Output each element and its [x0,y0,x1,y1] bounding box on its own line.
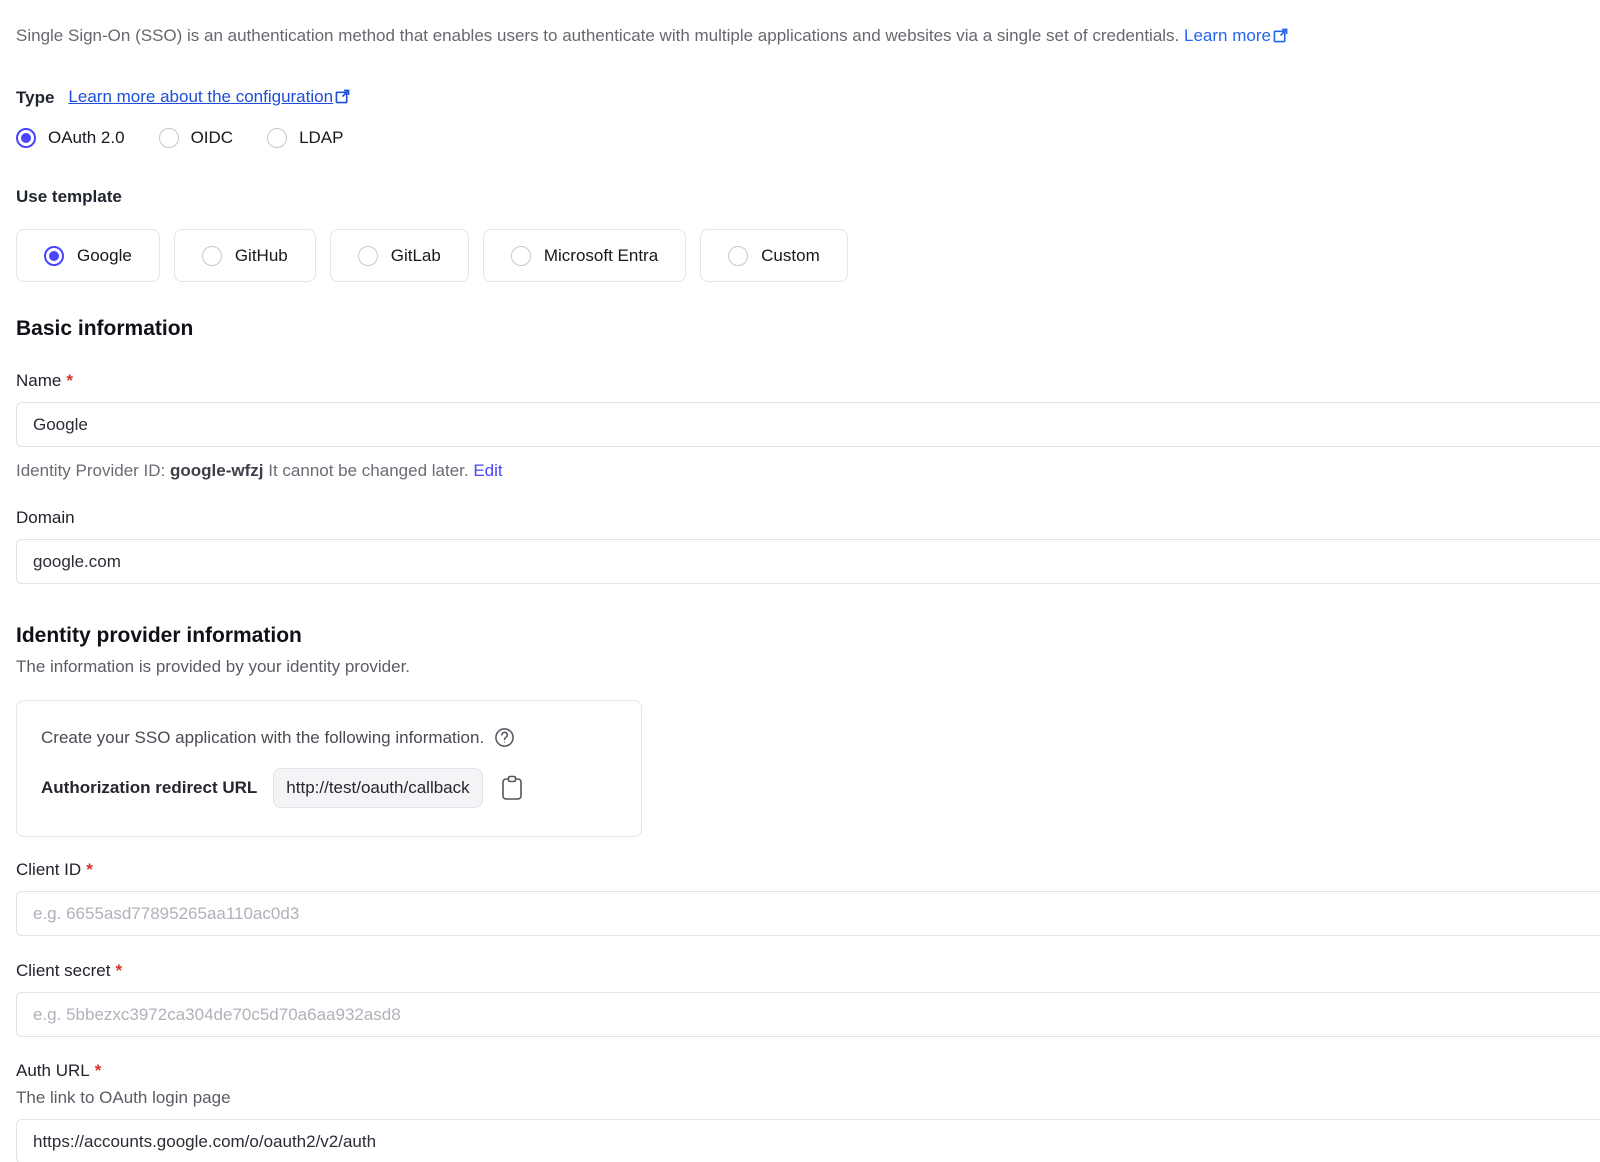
radio-ldap[interactable]: LDAP [267,128,343,148]
auth-url-label: Auth URL * [16,1061,1600,1081]
domain-input[interactable] [16,539,1600,584]
learn-more-link[interactable]: Learn more [1184,26,1288,45]
idp-information-heading: Identity provider information [16,624,1600,648]
radio-oauth2-label: OAuth 2.0 [48,128,125,148]
required-asterisk: * [86,860,93,880]
type-row: Type Learn more about the configuration [16,87,1600,109]
client-secret-label: Client secret * [16,961,1600,981]
copy-redirect-url-button[interactable] [501,775,523,801]
redirect-url-label: Authorization redirect URL [41,778,257,798]
radio-ldap-circle[interactable] [267,128,287,148]
template-custom-radio[interactable] [728,246,748,266]
type-label: Type [16,88,54,108]
template-card-group: Google GitHub GitLab Microsoft Entra Cus… [16,229,1600,282]
template-github-radio[interactable] [202,246,222,266]
auth-url-hint: The link to OAuth login page [16,1088,1600,1108]
info-box-title: Create your SSO application with the fol… [41,728,484,748]
template-entra-radio[interactable] [511,246,531,266]
template-github-label: GitHub [235,246,288,266]
external-link-icon [1273,26,1288,50]
template-gitlab-label: GitLab [391,246,441,266]
radio-oauth2[interactable]: OAuth 2.0 [16,128,125,148]
configuration-docs-link[interactable]: Learn more about the configuration [68,87,350,109]
client-secret-input[interactable] [16,992,1600,1037]
template-card-custom[interactable]: Custom [700,229,848,282]
edit-idp-id-link[interactable]: Edit [473,461,502,480]
help-circle-icon[interactable] [494,727,515,748]
required-asterisk: * [66,371,73,391]
idp-information-subtext: The information is provided by your iden… [16,657,1600,677]
radio-oidc-circle[interactable] [159,128,179,148]
idp-id-helper: Identity Provider ID: google-wfzj It can… [16,461,1600,481]
radio-oidc[interactable]: OIDC [159,128,234,148]
intro-text: Single Sign-On (SSO) is an authenticatio… [16,24,1600,50]
required-asterisk: * [115,961,122,981]
client-id-label: Client ID * [16,860,1600,880]
radio-oauth2-circle[interactable] [16,128,36,148]
use-template-label: Use template [16,187,1600,207]
template-card-microsoft-entra[interactable]: Microsoft Entra [483,229,686,282]
radio-oidc-label: OIDC [191,128,234,148]
basic-information-heading: Basic information [16,317,1600,341]
template-entra-label: Microsoft Entra [544,246,658,266]
template-gitlab-radio[interactable] [358,246,378,266]
client-id-input[interactable] [16,891,1600,936]
intro-description: Single Sign-On (SSO) is an authenticatio… [16,26,1179,45]
idp-id-value: google-wfzj [170,461,263,480]
auth-type-radio-group: OAuth 2.0 OIDC LDAP [16,128,1600,148]
template-google-radio[interactable] [44,246,64,266]
name-input[interactable] [16,402,1600,447]
template-card-gitlab[interactable]: GitLab [330,229,469,282]
domain-label: Domain [16,508,1600,528]
required-asterisk: * [95,1061,102,1081]
name-label: Name * [16,371,1600,391]
template-card-github[interactable]: GitHub [174,229,316,282]
external-link-icon [335,89,350,109]
template-google-label: Google [77,246,132,266]
template-custom-label: Custom [761,246,820,266]
redirect-url-value: http://test/oauth/callback [273,768,482,808]
redirect-url-row: Authorization redirect URL http://test/o… [41,768,617,808]
info-box-title-row: Create your SSO application with the fol… [41,727,617,748]
sso-app-info-box: Create your SSO application with the fol… [16,700,642,837]
radio-ldap-label: LDAP [299,128,343,148]
sso-settings-page: Single Sign-On (SSO) is an authenticatio… [0,0,1600,1162]
template-card-google[interactable]: Google [16,229,160,282]
auth-url-input[interactable] [16,1119,1600,1162]
